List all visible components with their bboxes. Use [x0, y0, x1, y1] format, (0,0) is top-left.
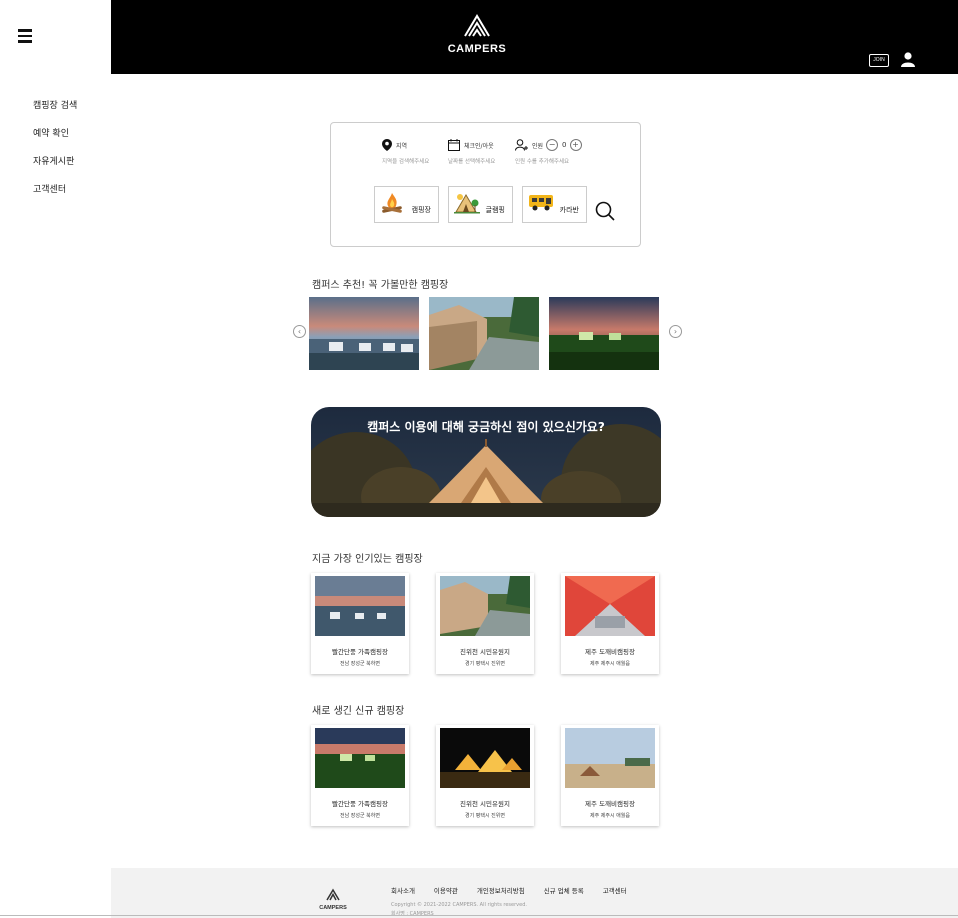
search-box: 지역 지역을 검색해주세요 체크인/아웃 날짜를 선택해주세요 인원 − 0 +… — [330, 122, 641, 247]
footer-copyright: Copyright © 2021-2022 CAMPERS. All right… — [391, 902, 527, 908]
logo[interactable]: CAMPERS — [445, 12, 509, 55]
sidebar: 캠핑장 검색 예약 확인 자유게시판 고객센터 — [0, 0, 111, 918]
card-name: 진위천 시민유원지 — [460, 800, 510, 808]
card-name: 제주 도깨비캠핑장 — [585, 648, 635, 656]
card-image — [315, 728, 405, 788]
tent-logo-icon — [464, 14, 490, 37]
new-card-1[interactable]: 빨간단풍 가족캠핑장 전남 장성군 북하면 — [311, 725, 409, 826]
side-nav: 캠핑장 검색 예약 확인 자유게시판 고객센터 — [33, 99, 77, 211]
date-hint: 날짜를 선택해주세요 — [448, 159, 496, 165]
faq-banner[interactable]: 캠퍼스 이용에 대해 궁금하신 점이 있으신가요? — [311, 407, 661, 517]
carousel-next-button[interactable]: › — [669, 325, 682, 338]
carousel-prev-button[interactable]: ‹ — [293, 325, 306, 338]
banner-text: 캠퍼스 이용에 대해 궁금하신 점이 있으신가요? — [367, 420, 605, 434]
popular-card-1[interactable]: 빨간단풍 가족캠핑장 전남 장성군 북하면 — [311, 573, 409, 674]
date-label: 체크인/아웃 — [464, 142, 494, 150]
recommend-image-3[interactable] — [549, 297, 659, 370]
card-image — [565, 576, 655, 636]
card-location: 전남 장성군 북하면 — [340, 813, 380, 819]
card-name: 진위천 시민유원지 — [460, 648, 510, 656]
card-name: 빨간단풍 가족캠핑장 — [332, 648, 388, 656]
sidebar-item-support[interactable]: 고객센터 — [33, 183, 77, 211]
footer-link-register[interactable]: 신규 업체 등록 — [544, 885, 584, 895]
footer: CAMPERS 회사소개 이용약관 개인정보처리방침 신규 업체 등록 고객센터… — [111, 868, 958, 918]
type-campsite-button[interactable]: 캠핑장 — [374, 186, 439, 223]
footer-logo-text: CAMPERS — [319, 905, 347, 911]
sidebar-item-board[interactable]: 자유게시판 — [33, 155, 77, 183]
sidebar-item-reservation[interactable]: 예약 확인 — [33, 127, 77, 155]
card-name: 빨간단풍 가족캠핑장 — [332, 800, 388, 808]
people-minus-button[interactable]: − — [546, 139, 559, 151]
header: CAMPERS JOIN — [111, 0, 958, 74]
popular-card-3[interactable]: 제주 도깨비캠핑장 제주 제주시 애월읍 — [561, 573, 659, 674]
new-card-3[interactable]: 제주 도깨비캠핑장 제주 제주시 애월읍 — [561, 725, 659, 826]
card-location: 경기 평택시 진위면 — [465, 661, 505, 667]
type-glamping-label: 글램핑 — [485, 206, 505, 214]
people-field: 인원 − 0 + 인원 수를 추가해주세요 — [515, 139, 582, 165]
card-location: 전남 장성군 북하면 — [340, 661, 380, 667]
card-location: 경기 평택시 진위면 — [465, 813, 505, 819]
card-image — [315, 576, 405, 636]
card-location: 제주 제주시 애월읍 — [590, 661, 630, 667]
type-glamping-button[interactable]: 글램핑 — [448, 186, 513, 223]
add-person-icon — [515, 139, 528, 151]
card-image — [440, 576, 530, 636]
region-hint: 지역을 검색해주세요 — [382, 159, 430, 165]
join-icon[interactable]: JOIN — [869, 54, 889, 67]
search-icon[interactable] — [595, 201, 615, 221]
footer-link-support[interactable]: 고객센터 — [603, 885, 627, 895]
sidebar-item-camp-search[interactable]: 캠핑장 검색 — [33, 99, 77, 127]
recommend-title: 캠퍼스 추천! 꼭 가볼만한 캠핑장 — [312, 280, 449, 291]
recommend-image-1[interactable] — [309, 297, 419, 370]
card-location: 제주 제주시 애월읍 — [590, 813, 630, 819]
campfire-icon — [382, 193, 402, 213]
calendar-icon — [448, 139, 460, 151]
card-name: 제주 도깨비캠핑장 — [585, 800, 635, 808]
footer-logo[interactable]: CAMPERS — [317, 886, 349, 911]
menu-icon[interactable] — [18, 29, 32, 46]
people-label: 인원 — [532, 142, 544, 150]
new-card-2[interactable]: 진위천 시민유원지 경기 평택시 진위면 — [436, 725, 534, 826]
logo-text: CAMPERS — [447, 43, 507, 55]
card-image — [440, 728, 530, 788]
location-pin-icon — [382, 139, 392, 151]
region-field[interactable]: 지역 지역을 검색해주세요 — [382, 139, 429, 165]
card-image — [565, 728, 655, 788]
popular-title: 지금 가장 인기있는 캠핑장 — [312, 554, 423, 565]
footer-link-privacy[interactable]: 개인정보처리방침 — [477, 885, 525, 895]
caravan-icon — [529, 195, 553, 211]
footer-link-about[interactable]: 회사소개 — [391, 885, 415, 895]
type-caravan-button[interactable]: 카라반 — [522, 186, 587, 223]
people-plus-button[interactable]: + — [569, 139, 582, 151]
page-bottom-divider — [0, 915, 958, 916]
people-count: 0 — [562, 141, 567, 149]
new-title: 새로 생긴 신규 캠핑장 — [312, 706, 405, 717]
type-caravan-label: 카라반 — [559, 206, 579, 214]
glamping-tent-icon — [454, 194, 480, 214]
footer-link-terms[interactable]: 이용약관 — [434, 885, 458, 895]
date-field[interactable]: 체크인/아웃 날짜를 선택해주세요 — [448, 139, 495, 165]
tent-logo-icon — [326, 888, 340, 901]
recommend-image-2[interactable] — [429, 297, 539, 370]
popular-card-2[interactable]: 진위천 시민유원지 경기 평택시 진위면 — [436, 573, 534, 674]
people-hint: 인원 수를 추가해주세요 — [515, 159, 570, 165]
user-icon[interactable] — [900, 51, 916, 67]
region-label: 지역 — [396, 142, 408, 150]
type-campsite-label: 캠핑장 — [411, 206, 431, 214]
footer-links: 회사소개 이용약관 개인정보처리방침 신규 업체 등록 고객센터 — [391, 885, 646, 895]
